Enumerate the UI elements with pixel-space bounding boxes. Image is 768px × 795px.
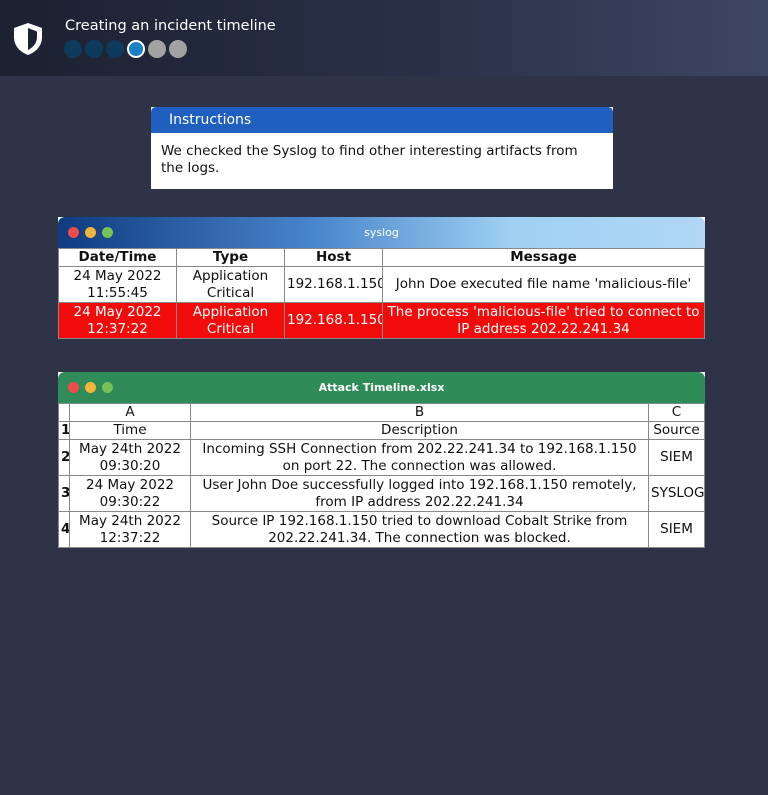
top-bar: Creating an incident timeline (0, 0, 768, 76)
step-indicator (106, 40, 124, 58)
host-cell: 192.168.1.150 (284, 302, 383, 339)
cell-source-header[interactable]: Source (648, 421, 705, 440)
message-cell: The process 'malicious-file' tried to co… (382, 302, 705, 339)
column-header-host: Host (284, 248, 383, 267)
window-controls (68, 382, 113, 393)
datetime-cell: 24 May 2022 12:37:22 (58, 302, 177, 339)
step-indicator (64, 40, 82, 58)
instructions-panel: Instructions We checked the Syslog to fi… (151, 107, 613, 189)
minimize-dot-icon[interactable] (85, 227, 96, 238)
cell-description[interactable]: User John Doe successfully logged into 1… (190, 475, 649, 512)
step-indicator-current (127, 40, 145, 58)
timeline-row: 3 24 May 2022 09:30:22 User John Doe succ… (58, 475, 705, 512)
syslog-row-highlighted[interactable]: 24 May 2022 12:37:22 Application Critical … (58, 302, 705, 339)
cell-description[interactable]: Incoming SSH Connection from 202.22.241.… (190, 439, 649, 476)
window-controls (68, 227, 113, 238)
task-title: Creating an incident timeline (65, 18, 276, 34)
cell-time[interactable]: May 24th 2022 12:37:22 (69, 511, 191, 548)
maximize-dot-icon[interactable] (102, 382, 113, 393)
minimize-dot-icon[interactable] (85, 382, 96, 393)
timeline-row: 4 May 24th 2022 12:37:22 Source IP 192.16… (58, 511, 705, 548)
syslog-window-title: syslog (364, 226, 399, 239)
column-header-message: Message (382, 248, 705, 267)
step-indicator (169, 40, 187, 58)
shield-icon (14, 23, 42, 55)
type-cell: Application Critical (176, 302, 285, 339)
syslog-row[interactable]: 24 May 2022 11:55:45 Application Critical … (58, 266, 705, 303)
row-number: 2 (58, 439, 70, 476)
column-letter-c[interactable]: C (648, 403, 705, 422)
column-header-type: Type (176, 248, 285, 267)
syslog-titlebar: syslog (58, 217, 705, 248)
timeline-row: 2 May 24th 2022 09:30:20 Incoming SSH Con… (58, 439, 705, 476)
timeline-window: Attack Timeline.xlsx A B C 1 Time Descri… (58, 372, 705, 548)
cell-time[interactable]: 24 May 2022 09:30:22 (69, 475, 191, 512)
timeline-window-title: Attack Timeline.xlsx (318, 381, 445, 394)
instructions-heading: Instructions (151, 107, 613, 133)
host-cell: 192.168.1.150 (284, 266, 383, 303)
progress-steps (64, 40, 187, 58)
row-number: 3 (58, 475, 70, 512)
row-number: 1 (58, 421, 70, 440)
timeline-spreadsheet: A B C 1 Time Description Source 2 May 24… (58, 403, 705, 548)
column-letter-b[interactable]: B (190, 403, 649, 422)
cell-time[interactable]: May 24th 2022 09:30:20 (69, 439, 191, 476)
cell-source[interactable]: SYSLOG (648, 475, 705, 512)
cell-description[interactable]: Source IP 192.168.1.150 tried to downloa… (190, 511, 649, 548)
cell-time-header[interactable]: Time (69, 421, 191, 440)
close-dot-icon[interactable] (68, 382, 79, 393)
syslog-window: syslog Date/Time Type Host Message 24 Ma… (58, 217, 705, 339)
maximize-dot-icon[interactable] (102, 227, 113, 238)
cell-description-header[interactable]: Description (190, 421, 649, 440)
syslog-table: Date/Time Type Host Message 24 May 2022 1… (58, 248, 705, 339)
column-header-datetime: Date/Time (58, 248, 177, 267)
step-indicator (148, 40, 166, 58)
column-letter-a[interactable]: A (69, 403, 191, 422)
instructions-body: We checked the Syslog to find other inte… (161, 143, 578, 176)
message-cell: John Doe executed file name 'malicious-f… (382, 266, 705, 303)
timeline-titlebar: Attack Timeline.xlsx (58, 372, 705, 403)
corner-cell (58, 403, 70, 422)
step-indicator (85, 40, 103, 58)
datetime-cell: 24 May 2022 11:55:45 (58, 266, 177, 303)
type-cell: Application Critical (176, 266, 285, 303)
row-number: 4 (58, 511, 70, 548)
cell-source[interactable]: SIEM (648, 439, 705, 476)
close-dot-icon[interactable] (68, 227, 79, 238)
cell-source[interactable]: SIEM (648, 511, 705, 548)
